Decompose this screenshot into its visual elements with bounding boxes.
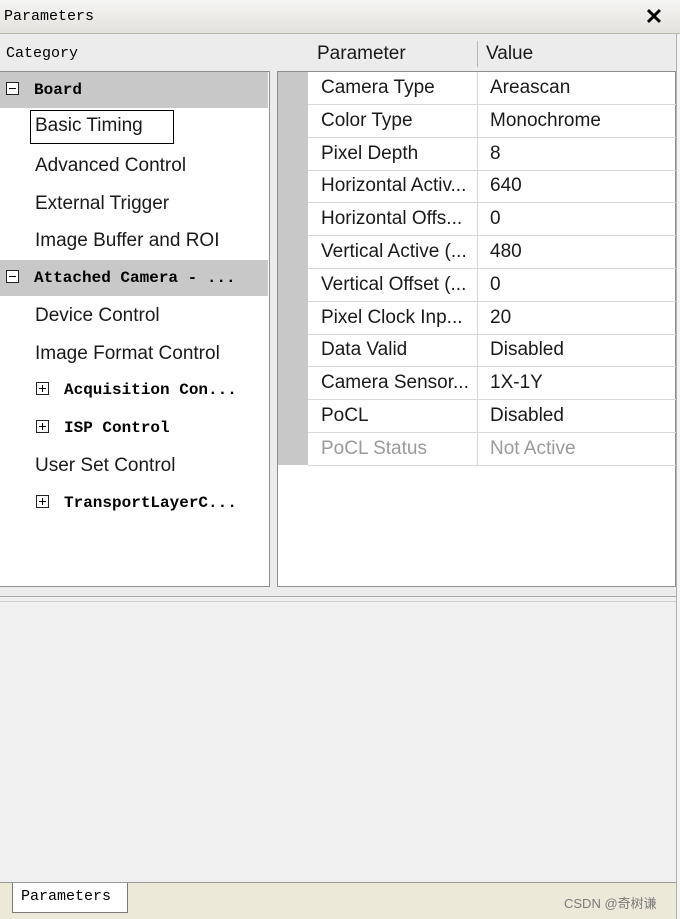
tab-parameters-label: Parameters — [21, 888, 112, 905]
category-item-label: Image Buffer and ROI — [35, 230, 220, 251]
close-icon[interactable]: ✕ — [640, 4, 668, 30]
parameter-value[interactable]: Disabled — [490, 339, 564, 361]
category-group-label: Attached Camera - ... — [34, 268, 236, 287]
parameter-row[interactable]: PoCL Disabled — [308, 400, 676, 433]
parameter-name: Camera Type — [321, 77, 435, 98]
category-item[interactable]: Advanced Control — [0, 147, 268, 183]
parameter-name: Color Type — [321, 109, 413, 131]
description-panel — [0, 596, 676, 883]
parameter-value[interactable]: 640 — [490, 175, 522, 197]
category-list: Board Basic Timing Advanced Control Externa… — [0, 71, 270, 587]
category-item-label: Image Format Control — [35, 342, 220, 364]
parameter-row[interactable]: Color Type Monochrome — [308, 104, 676, 138]
category-item[interactable]: Device Control — [0, 297, 268, 333]
parameter-value[interactable]: 20 — [490, 307, 511, 329]
parameter-row[interactable]: Pixel Clock Inp... 20 — [308, 301, 676, 335]
parameter-value[interactable]: 0 — [490, 208, 501, 230]
category-item-label: User Set Control — [35, 455, 176, 476]
parameter-row[interactable]: Pixel Depth 8 — [308, 137, 676, 171]
category-item-label: Advanced Control — [35, 155, 187, 176]
parameter-value[interactable]: Areascan — [490, 77, 570, 99]
parameter-table-header: Parameter Value — [277, 35, 676, 71]
parameter-name: Vertical Offset (... — [321, 273, 467, 295]
parameter-value[interactable]: Disabled — [490, 405, 564, 427]
category-item[interactable]: Board — [0, 72, 268, 108]
parameter-row[interactable]: Camera Type Areascan — [308, 72, 676, 105]
parameter-value[interactable]: 1X-1Y — [490, 372, 543, 394]
parameter-name: Camera Sensor... — [321, 372, 469, 394]
parameter-name: Data Valid — [321, 339, 408, 361]
category-item[interactable]: External Trigger — [0, 185, 268, 221]
parameter-value[interactable]: 480 — [490, 241, 522, 263]
parameter-row[interactable]: Data Valid Disabled — [308, 334, 676, 368]
category-item[interactable]: User Set Control — [0, 447, 268, 483]
category-item-label: Device Control — [35, 305, 160, 326]
parameter-value[interactable]: Not Active — [490, 438, 576, 460]
category-item[interactable]: Basic Timing — [0, 109, 268, 146]
category-group-label: Board — [34, 81, 83, 99]
tab-parameters[interactable]: Parameters — [12, 883, 128, 913]
parameter-row[interactable]: Vertical Offset (... 0 — [308, 268, 676, 302]
parameter-row[interactable]: Horizontal Activ... 640 — [308, 170, 676, 204]
category-header: Category — [0, 35, 276, 71]
parameter-row[interactable]: Horizontal Offs... 0 — [308, 203, 676, 237]
parameter-name: Horizontal Activ... — [321, 175, 467, 197]
parameter-value[interactable]: Monochrome — [490, 110, 601, 132]
parameter-name: PoCL — [321, 405, 369, 426]
category-item-label: External Trigger — [35, 192, 170, 214]
parameter-name: Pixel Clock Inp... — [321, 306, 463, 328]
category-group-label: Acquisition Con... — [64, 381, 237, 399]
category-item[interactable]: Attached Camera - ... — [0, 259, 268, 296]
parameter-row[interactable]: Camera Sensor... 1X-1Y — [308, 367, 676, 401]
collapse-icon[interactable] — [6, 269, 19, 283]
parameter-row[interactable]: Vertical Active (... 480 — [308, 236, 676, 269]
expand-icon[interactable] — [36, 419, 49, 433]
category-item[interactable]: ISP Control — [0, 410, 268, 446]
category-group-label: TransportLayerC... — [64, 493, 237, 512]
category-item[interactable]: Acquisition Con... — [0, 372, 268, 408]
row-gutter — [278, 72, 308, 465]
column-divider[interactable] — [477, 41, 478, 67]
category-header-label: Category — [6, 45, 79, 62]
parameter-name: PoCL Status — [321, 437, 427, 459]
category-group-label: ISP Control — [64, 418, 170, 437]
parameter-pane: Parameter Value Camera Type Areascan Color… — [277, 35, 676, 588]
window-title: Parameters — [4, 8, 95, 25]
parameter-name: Pixel Depth — [321, 142, 419, 164]
title-bar: Parameters ✕ — [0, 0, 680, 34]
parameter-value[interactable]: 8 — [490, 143, 501, 165]
collapse-icon[interactable] — [6, 82, 19, 95]
category-item[interactable]: Image Buffer and ROI — [0, 222, 268, 258]
category-pane: Category Board Basic Timing Advanced Contr… — [0, 35, 276, 588]
category-item[interactable]: TransportLayerC... — [0, 485, 268, 521]
window-right-edge — [676, 34, 680, 919]
watermark: CSDN @奇树谦 — [564, 896, 657, 911]
parameter-row[interactable]: PoCL Status Not Active — [308, 432, 676, 466]
column-header-parameter[interactable]: Parameter — [317, 43, 406, 65]
category-item-label: Basic Timing — [30, 109, 174, 144]
parameter-value[interactable]: 0 — [490, 274, 501, 296]
expand-icon[interactable] — [36, 494, 49, 508]
category-item[interactable]: Image Format Control — [0, 335, 268, 371]
parameter-table: Camera Type Areascan Color Type Monochrome P… — [277, 71, 676, 587]
column-header-value[interactable]: Value — [486, 43, 533, 65]
parameter-name: Horizontal Offs... — [321, 208, 463, 230]
expand-icon[interactable] — [36, 382, 49, 395]
parameter-name: Vertical Active (... — [321, 241, 467, 262]
